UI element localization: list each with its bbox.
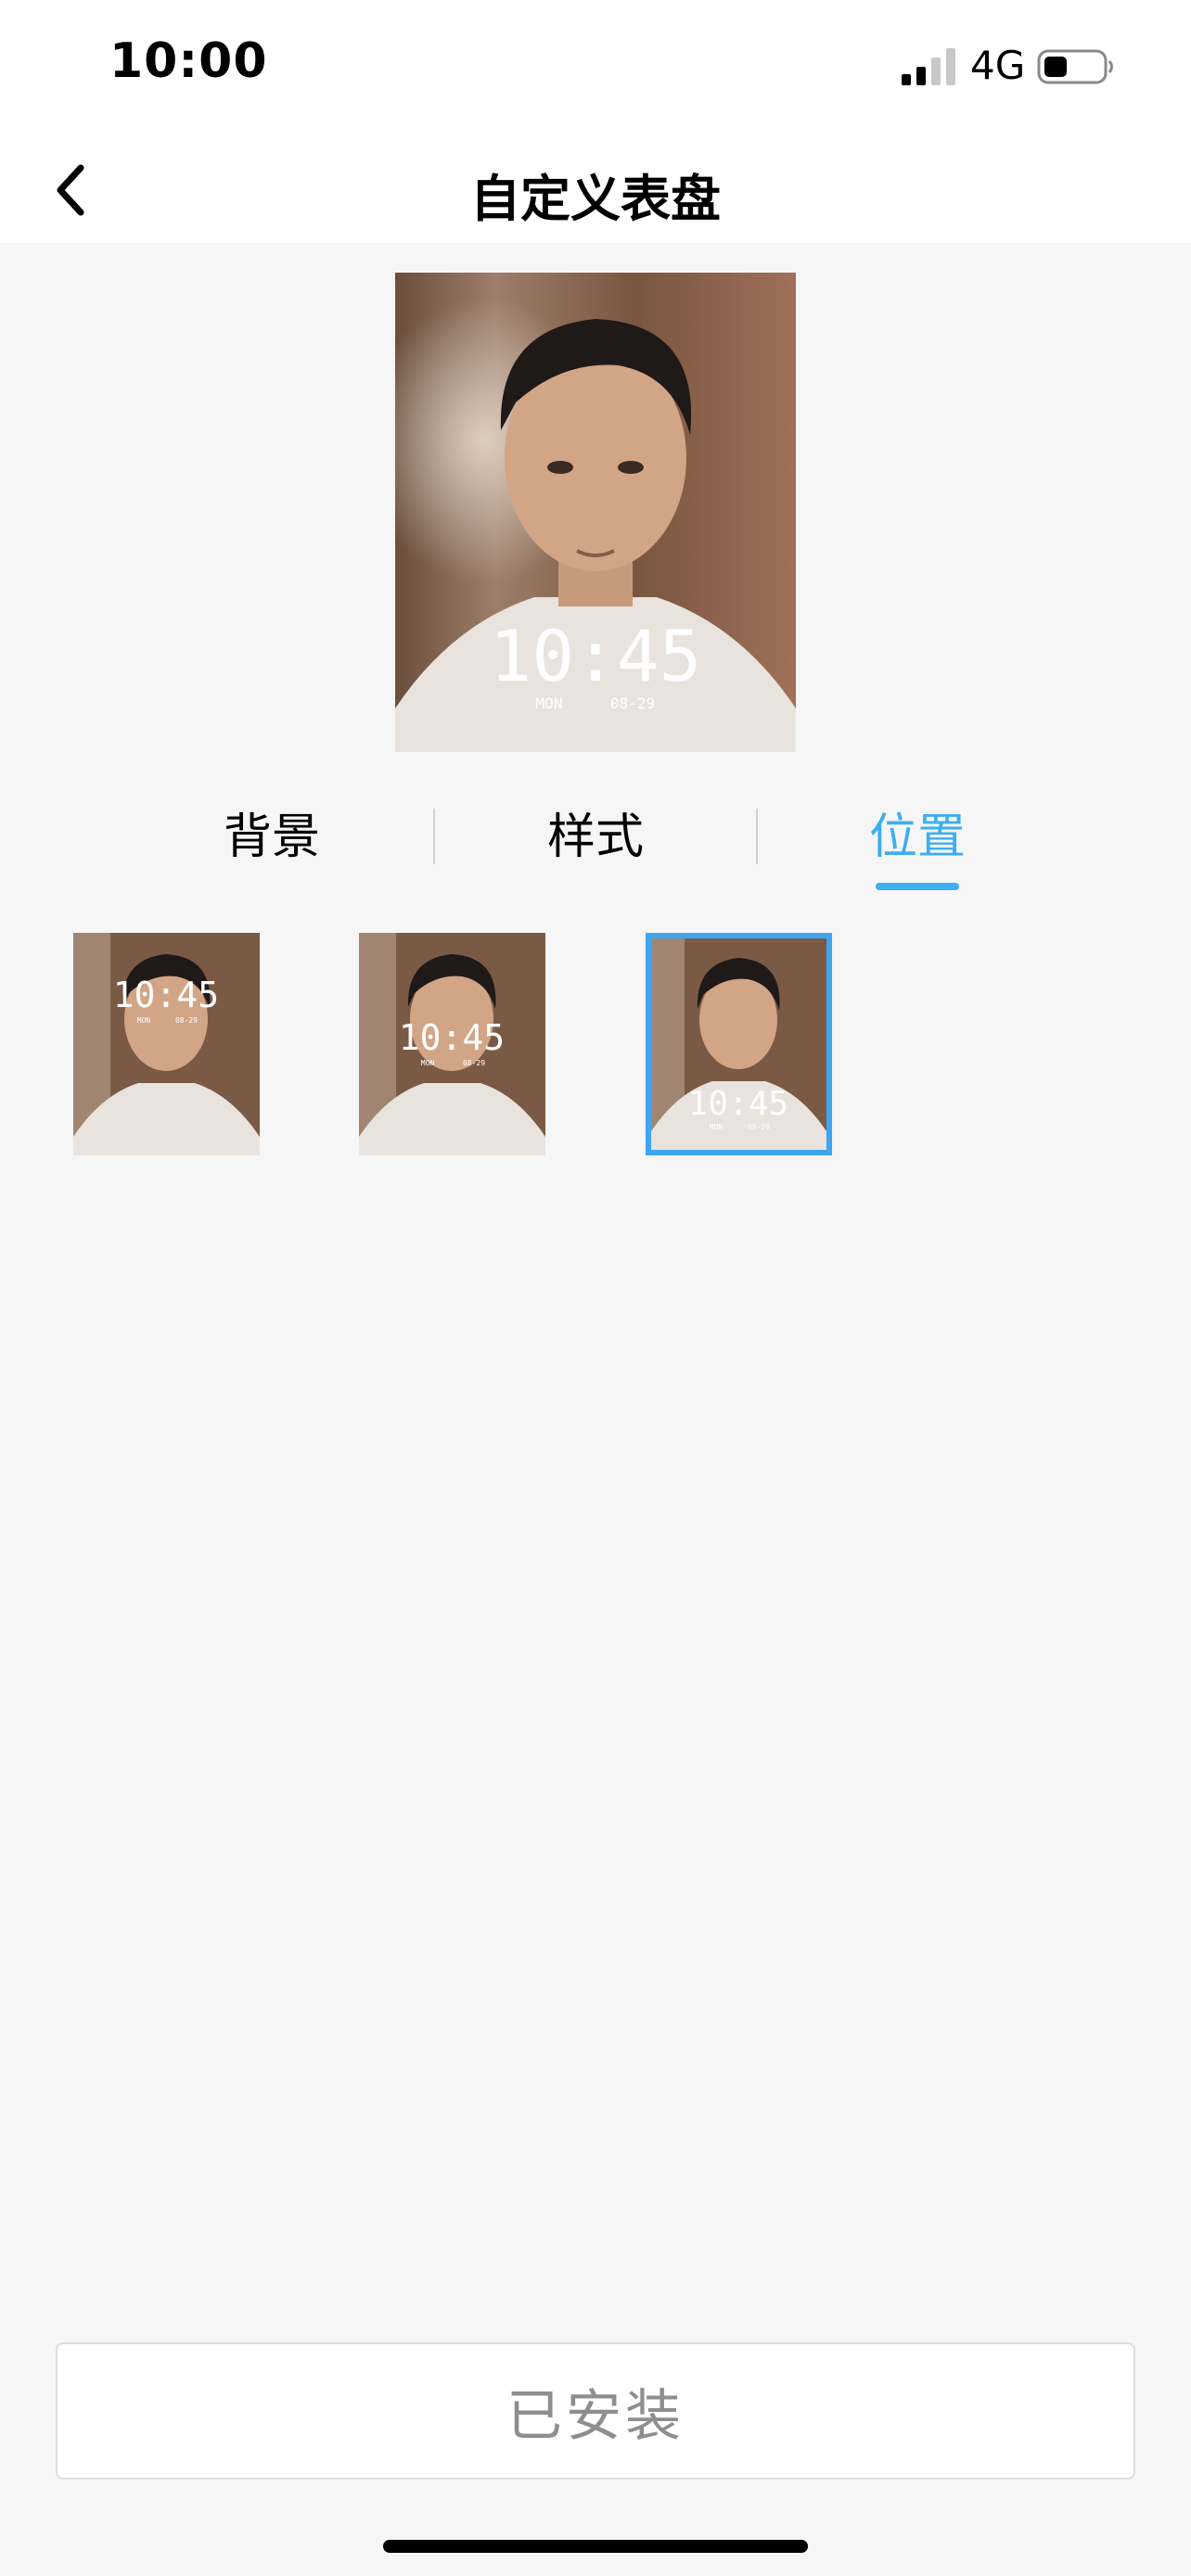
thumbnail-weekday: MON <box>710 1123 724 1131</box>
portrait-photo: 10:45 MON 08-29 <box>395 273 796 752</box>
screen: 10:00 4G 自定义表盘 10:45 MON 08-29 背景 样式 位置 … <box>0 0 1191 2576</box>
tab-divider <box>433 809 435 864</box>
network-type: 4G <box>970 43 1026 88</box>
thumbnail-date: 08-29 <box>175 1016 198 1025</box>
status-time: 10:00 <box>109 33 268 89</box>
thumbnail-photo: 10:45 MON 08-29 <box>359 933 545 1155</box>
nav-bar: 自定义表盘 <box>0 139 1191 243</box>
page-title: 自定义表盘 <box>470 170 721 228</box>
tab-position[interactable]: 位置 <box>801 797 1033 867</box>
thumbnail-time: 10:45 <box>688 1085 788 1123</box>
position-option-bottom[interactable]: 10:45 MON 08-29 <box>646 933 832 1155</box>
installed-button[interactable]: 已安装 <box>56 2342 1135 2480</box>
thumbnail-weekday: MON <box>421 1059 435 1067</box>
thumbnail-date: 08-29 <box>748 1123 770 1131</box>
active-tab-indicator <box>876 883 959 890</box>
preview-weekday: MON <box>536 695 563 712</box>
signal-icon <box>902 48 955 85</box>
battery-icon <box>1037 49 1113 84</box>
watch-face-preview: 10:45 MON 08-29 <box>395 273 796 752</box>
tab-bar: 背景 样式 位置 <box>0 797 1191 899</box>
thumbnail-time: 10:45 <box>113 975 219 1015</box>
thumbnail-weekday: MON <box>137 1016 151 1025</box>
status-bar: 10:00 4G <box>0 0 1191 139</box>
thumbnail-photo: 10:45 MON 08-29 <box>73 933 260 1155</box>
thumbnail-time: 10:45 <box>399 1017 505 1058</box>
thumbnail-date: 08-29 <box>463 1059 485 1067</box>
tab-style[interactable]: 样式 <box>480 797 711 867</box>
position-option-middle[interactable]: 10:45 MON 08-29 <box>359 933 545 1155</box>
preview-time: 10:45 <box>490 615 702 697</box>
preview-date: 08-29 <box>610 695 655 712</box>
tab-background[interactable]: 背景 <box>156 797 388 867</box>
thumbnail-photo: 10:45 MON 08-29 <box>651 938 826 1150</box>
position-option-top[interactable]: 10:45 MON 08-29 <box>73 933 260 1155</box>
tab-divider <box>756 809 758 864</box>
home-indicator <box>383 2540 808 2553</box>
